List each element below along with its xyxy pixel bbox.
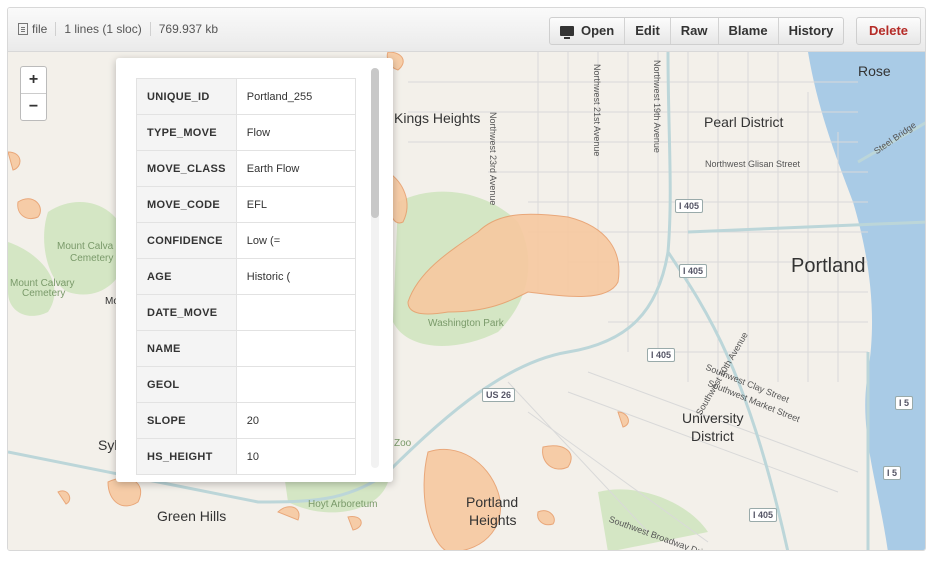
map-label-zoo: Zoo xyxy=(394,438,412,449)
attribute-value: Low (= xyxy=(235,222,356,259)
file-label: file xyxy=(32,22,48,36)
highway-shield-i405: I 405 xyxy=(647,348,676,362)
map-label-nw-glisan: Northwest Glisan Street xyxy=(705,159,801,169)
file-toolbar: file 1 lines (1 sloc) 769.937 kb Open Ed… xyxy=(8,8,925,52)
file-meta: file 1 lines (1 sloc) 769.937 kb xyxy=(18,22,218,36)
highway-shield-i405: I 405 xyxy=(679,264,708,278)
file-icon xyxy=(18,23,28,35)
attribute-row: CONFIDENCE Low (= xyxy=(136,222,356,259)
map-label-portland-heights: Portland xyxy=(466,494,519,510)
file-actions: Open Edit Raw Blame History xyxy=(549,17,845,45)
attribute-key: CONFIDENCE xyxy=(136,222,237,259)
attribute-value: Historic ( xyxy=(235,258,356,295)
attribute-value xyxy=(235,330,356,367)
attribute-row: UNIQUE_ID Portland_255 xyxy=(136,78,356,115)
feature-popup[interactable]: UNIQUE_ID Portland_255 TYPE_MOVE Flow MOVE_C… xyxy=(116,58,393,482)
desktop-icon xyxy=(560,26,574,39)
attribute-key: GEOL xyxy=(136,366,237,403)
zoom-in-button[interactable]: + xyxy=(21,67,46,94)
lines-count: 1 lines (1 sloc) xyxy=(64,22,142,36)
map-label-university: University xyxy=(682,410,744,426)
attribute-row: MOVE_CLASS Earth Flow xyxy=(136,150,356,187)
open-button[interactable]: Open xyxy=(550,18,624,44)
attribute-key: UNIQUE_ID xyxy=(136,78,237,115)
attributes-table: UNIQUE_ID Portland_255 TYPE_MOVE Flow MOVE_C… xyxy=(136,78,356,475)
raw-button[interactable]: Raw xyxy=(669,18,718,44)
map-label-portland: Portland xyxy=(791,255,866,277)
open-label: Open xyxy=(581,23,615,38)
map-label-cemetery-b: Cemetery xyxy=(22,288,66,299)
attribute-key: MOVE_CODE xyxy=(136,186,237,223)
attribute-value xyxy=(235,294,356,331)
attribute-row: HS_HEIGHT 10 xyxy=(136,438,356,475)
file-size: 769.937 kb xyxy=(158,22,219,36)
attribute-row: SLOPE 20 xyxy=(136,402,356,439)
map-label-district: District xyxy=(691,428,734,444)
popup-scrollbar-thumb[interactable] xyxy=(371,68,379,218)
divider xyxy=(149,22,151,36)
highway-shield-i405: I 405 xyxy=(675,199,704,213)
attribute-value: Earth Flow xyxy=(235,150,356,187)
attribute-key: SLOPE xyxy=(136,402,237,439)
map-label-nw-21st: Northwest 21st Avenue xyxy=(592,64,602,157)
map-label-rose: Rose xyxy=(858,63,891,79)
zoom-control: + − xyxy=(20,66,47,121)
attribute-value: 20 xyxy=(235,402,356,439)
attribute-key: DATE_MOVE xyxy=(136,294,237,331)
attribute-row: MOVE_CODE EFL xyxy=(136,186,356,223)
map-label-hoyt-arboretum: Hoyt Arboretum xyxy=(308,499,378,510)
highway-shield-us26: US 26 xyxy=(482,388,516,402)
edit-button[interactable]: Edit xyxy=(624,18,670,44)
map-label-mount-calvary-a: Mount Calva xyxy=(57,241,114,252)
delete-button[interactable]: Delete xyxy=(856,17,922,45)
attribute-value: EFL xyxy=(235,186,356,223)
map-label-nw-23rd: Northwest 23rd Avenue xyxy=(488,112,498,206)
attribute-row: AGE Historic ( xyxy=(136,258,356,295)
attribute-value: Portland_255 xyxy=(235,78,356,115)
map-label-pearl-district: Pearl District xyxy=(704,114,784,130)
map-view[interactable]: Kings Heights Pearl District Portland Wa… xyxy=(8,52,925,550)
attribute-key: MOVE_CLASS xyxy=(136,150,237,187)
attribute-key: NAME xyxy=(136,330,237,367)
attribute-key: TYPE_MOVE xyxy=(136,114,237,151)
map-label-heights: Heights xyxy=(469,512,517,528)
map-label-green-hills: Green Hills xyxy=(157,508,227,524)
attribute-key: AGE xyxy=(136,258,237,295)
highway-shield-i5: I 5 xyxy=(895,396,914,410)
attribute-value: Flow xyxy=(235,114,356,151)
highway-shield-i5: I 5 xyxy=(883,466,902,480)
attribute-row: TYPE_MOVE Flow xyxy=(136,114,356,151)
map-label-washington-park: Washington Park xyxy=(428,318,504,329)
blame-button[interactable]: Blame xyxy=(717,18,778,44)
attribute-value: 10 xyxy=(235,438,356,475)
map-label-syl: Syl xyxy=(98,437,118,453)
map-label-kings-heights: Kings Heights xyxy=(394,110,481,126)
attribute-row: GEOL xyxy=(136,366,356,403)
attribute-value xyxy=(235,366,356,403)
zoom-out-button[interactable]: − xyxy=(21,94,46,120)
attribute-key: HS_HEIGHT xyxy=(136,438,237,475)
attribute-row: NAME xyxy=(136,330,356,367)
highway-shield-i405: I 405 xyxy=(749,508,778,522)
divider xyxy=(55,22,57,36)
file-viewer: file 1 lines (1 sloc) 769.937 kb Open Ed… xyxy=(7,7,926,551)
history-button[interactable]: History xyxy=(777,18,844,44)
map-label-nw-19th: Northwest 19th Avenue xyxy=(652,60,662,153)
attribute-row: DATE_MOVE xyxy=(136,294,356,331)
map-label-cemetery-a: Cemetery xyxy=(70,253,114,264)
